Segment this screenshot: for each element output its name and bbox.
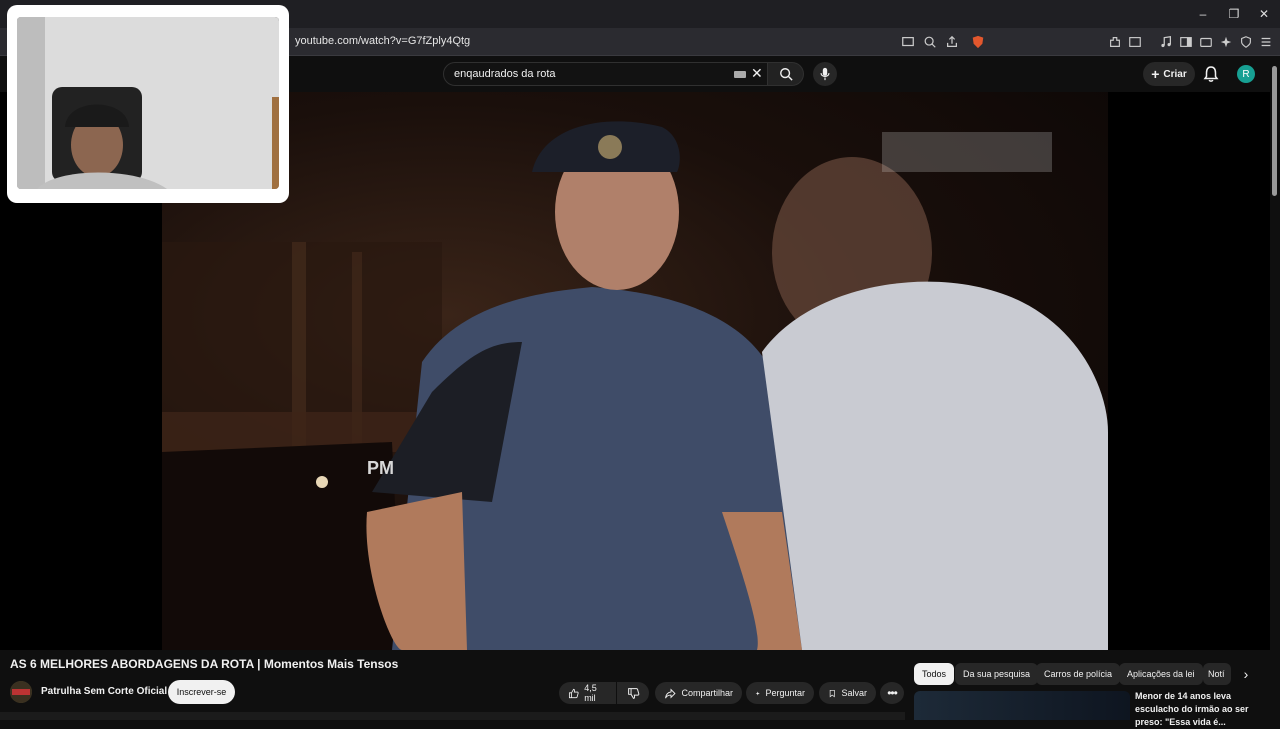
scrollbar-thumb[interactable] bbox=[1272, 66, 1277, 196]
ask-button[interactable]: Perguntar bbox=[746, 682, 814, 704]
ask-label: Perguntar bbox=[765, 688, 805, 698]
voice-search-button[interactable] bbox=[813, 62, 837, 86]
like-button[interactable]: 4,5 mil bbox=[559, 682, 616, 704]
subscribe-button[interactable]: Inscrever-se bbox=[168, 680, 235, 704]
leo-ai-icon[interactable] bbox=[1218, 34, 1234, 50]
vpn-shield-icon[interactable] bbox=[1238, 34, 1254, 50]
plus-icon: + bbox=[1151, 66, 1160, 82]
dislike-button[interactable] bbox=[617, 682, 649, 704]
chip-police-cars[interactable]: Carros de polícia bbox=[1036, 663, 1121, 685]
like-count: 4,5 mil bbox=[584, 683, 597, 703]
media-icon[interactable] bbox=[1158, 34, 1174, 50]
share-button[interactable]: Compartilhar bbox=[655, 682, 742, 704]
clear-search-icon[interactable]: ✕ bbox=[751, 65, 763, 82]
chip-from-search[interactable]: Da sua pesquisa bbox=[955, 663, 1039, 685]
chip-news[interactable]: Notí bbox=[1203, 663, 1231, 685]
user-avatar[interactable]: R bbox=[1237, 65, 1255, 83]
search-query[interactable]: enqaudrados da rota bbox=[454, 68, 556, 80]
bookmark-icon bbox=[829, 689, 835, 697]
create-label: Criar bbox=[1163, 68, 1187, 80]
chip-law-enforcement[interactable]: Aplicações da lei bbox=[1119, 663, 1203, 685]
menu-icon[interactable] bbox=[1258, 34, 1274, 50]
share-icon bbox=[665, 687, 676, 699]
share-label: Compartilhar bbox=[681, 688, 733, 698]
description-panel[interactable] bbox=[0, 712, 905, 720]
search-input[interactable]: enqaudrados da rota ✕ bbox=[443, 62, 768, 86]
cast-icon[interactable] bbox=[900, 34, 916, 50]
chip-all[interactable]: Todos bbox=[914, 663, 955, 685]
create-button[interactable]: + Criar bbox=[1143, 62, 1195, 86]
channel-name[interactable]: Patrulha Sem Corte Oficial bbox=[41, 686, 167, 697]
webcam-feed bbox=[17, 17, 279, 189]
chevron-right-icon[interactable]: › bbox=[1238, 666, 1254, 682]
close-window-button[interactable]: ✕ bbox=[1249, 4, 1279, 24]
restore-button[interactable]: ❐ bbox=[1219, 4, 1249, 24]
extensions-icon[interactable] bbox=[1107, 34, 1123, 50]
search-button[interactable] bbox=[768, 62, 804, 86]
save-label: Salvar bbox=[841, 688, 867, 698]
minimize-button[interactable]: – bbox=[1188, 4, 1218, 24]
more-dots-icon: ••• bbox=[887, 686, 898, 700]
brave-shield-icon[interactable] bbox=[968, 34, 988, 50]
sidebar-icon[interactable] bbox=[1178, 34, 1194, 50]
search-icon bbox=[779, 68, 793, 81]
thumbs-up-icon bbox=[568, 688, 579, 698]
sparkle-icon bbox=[755, 690, 760, 696]
rewards-icon[interactable] bbox=[1198, 34, 1214, 50]
zoom-icon[interactable] bbox=[922, 34, 938, 50]
keyboard-icon[interactable] bbox=[734, 71, 746, 78]
wallet-icon[interactable] bbox=[1127, 34, 1143, 50]
video-player[interactable]: PM bbox=[162, 92, 1108, 650]
share-page-icon[interactable] bbox=[944, 34, 960, 50]
shoulder-patch: PM bbox=[367, 458, 394, 478]
video-frame: PM bbox=[162, 121, 1108, 650]
channel-avatar[interactable] bbox=[10, 681, 32, 703]
more-actions-button[interactable]: ••• bbox=[880, 682, 904, 704]
microphone-icon bbox=[820, 67, 830, 81]
url-text[interactable]: youtube.com/watch?v=G7fZply4Qtg bbox=[295, 35, 470, 47]
notifications-bell-icon[interactable] bbox=[1202, 65, 1220, 83]
save-button[interactable]: Salvar bbox=[819, 682, 876, 704]
recommendation-thumbnail[interactable] bbox=[914, 691, 1130, 720]
thumbs-down-icon bbox=[627, 687, 639, 699]
webcam-overlay bbox=[7, 5, 289, 203]
recommendation-title[interactable]: Menor de 14 anos leva esculacho do irmão… bbox=[1135, 690, 1265, 729]
video-title: AS 6 MELHORES ABORDAGENS DA ROTA | Momen… bbox=[10, 657, 399, 671]
